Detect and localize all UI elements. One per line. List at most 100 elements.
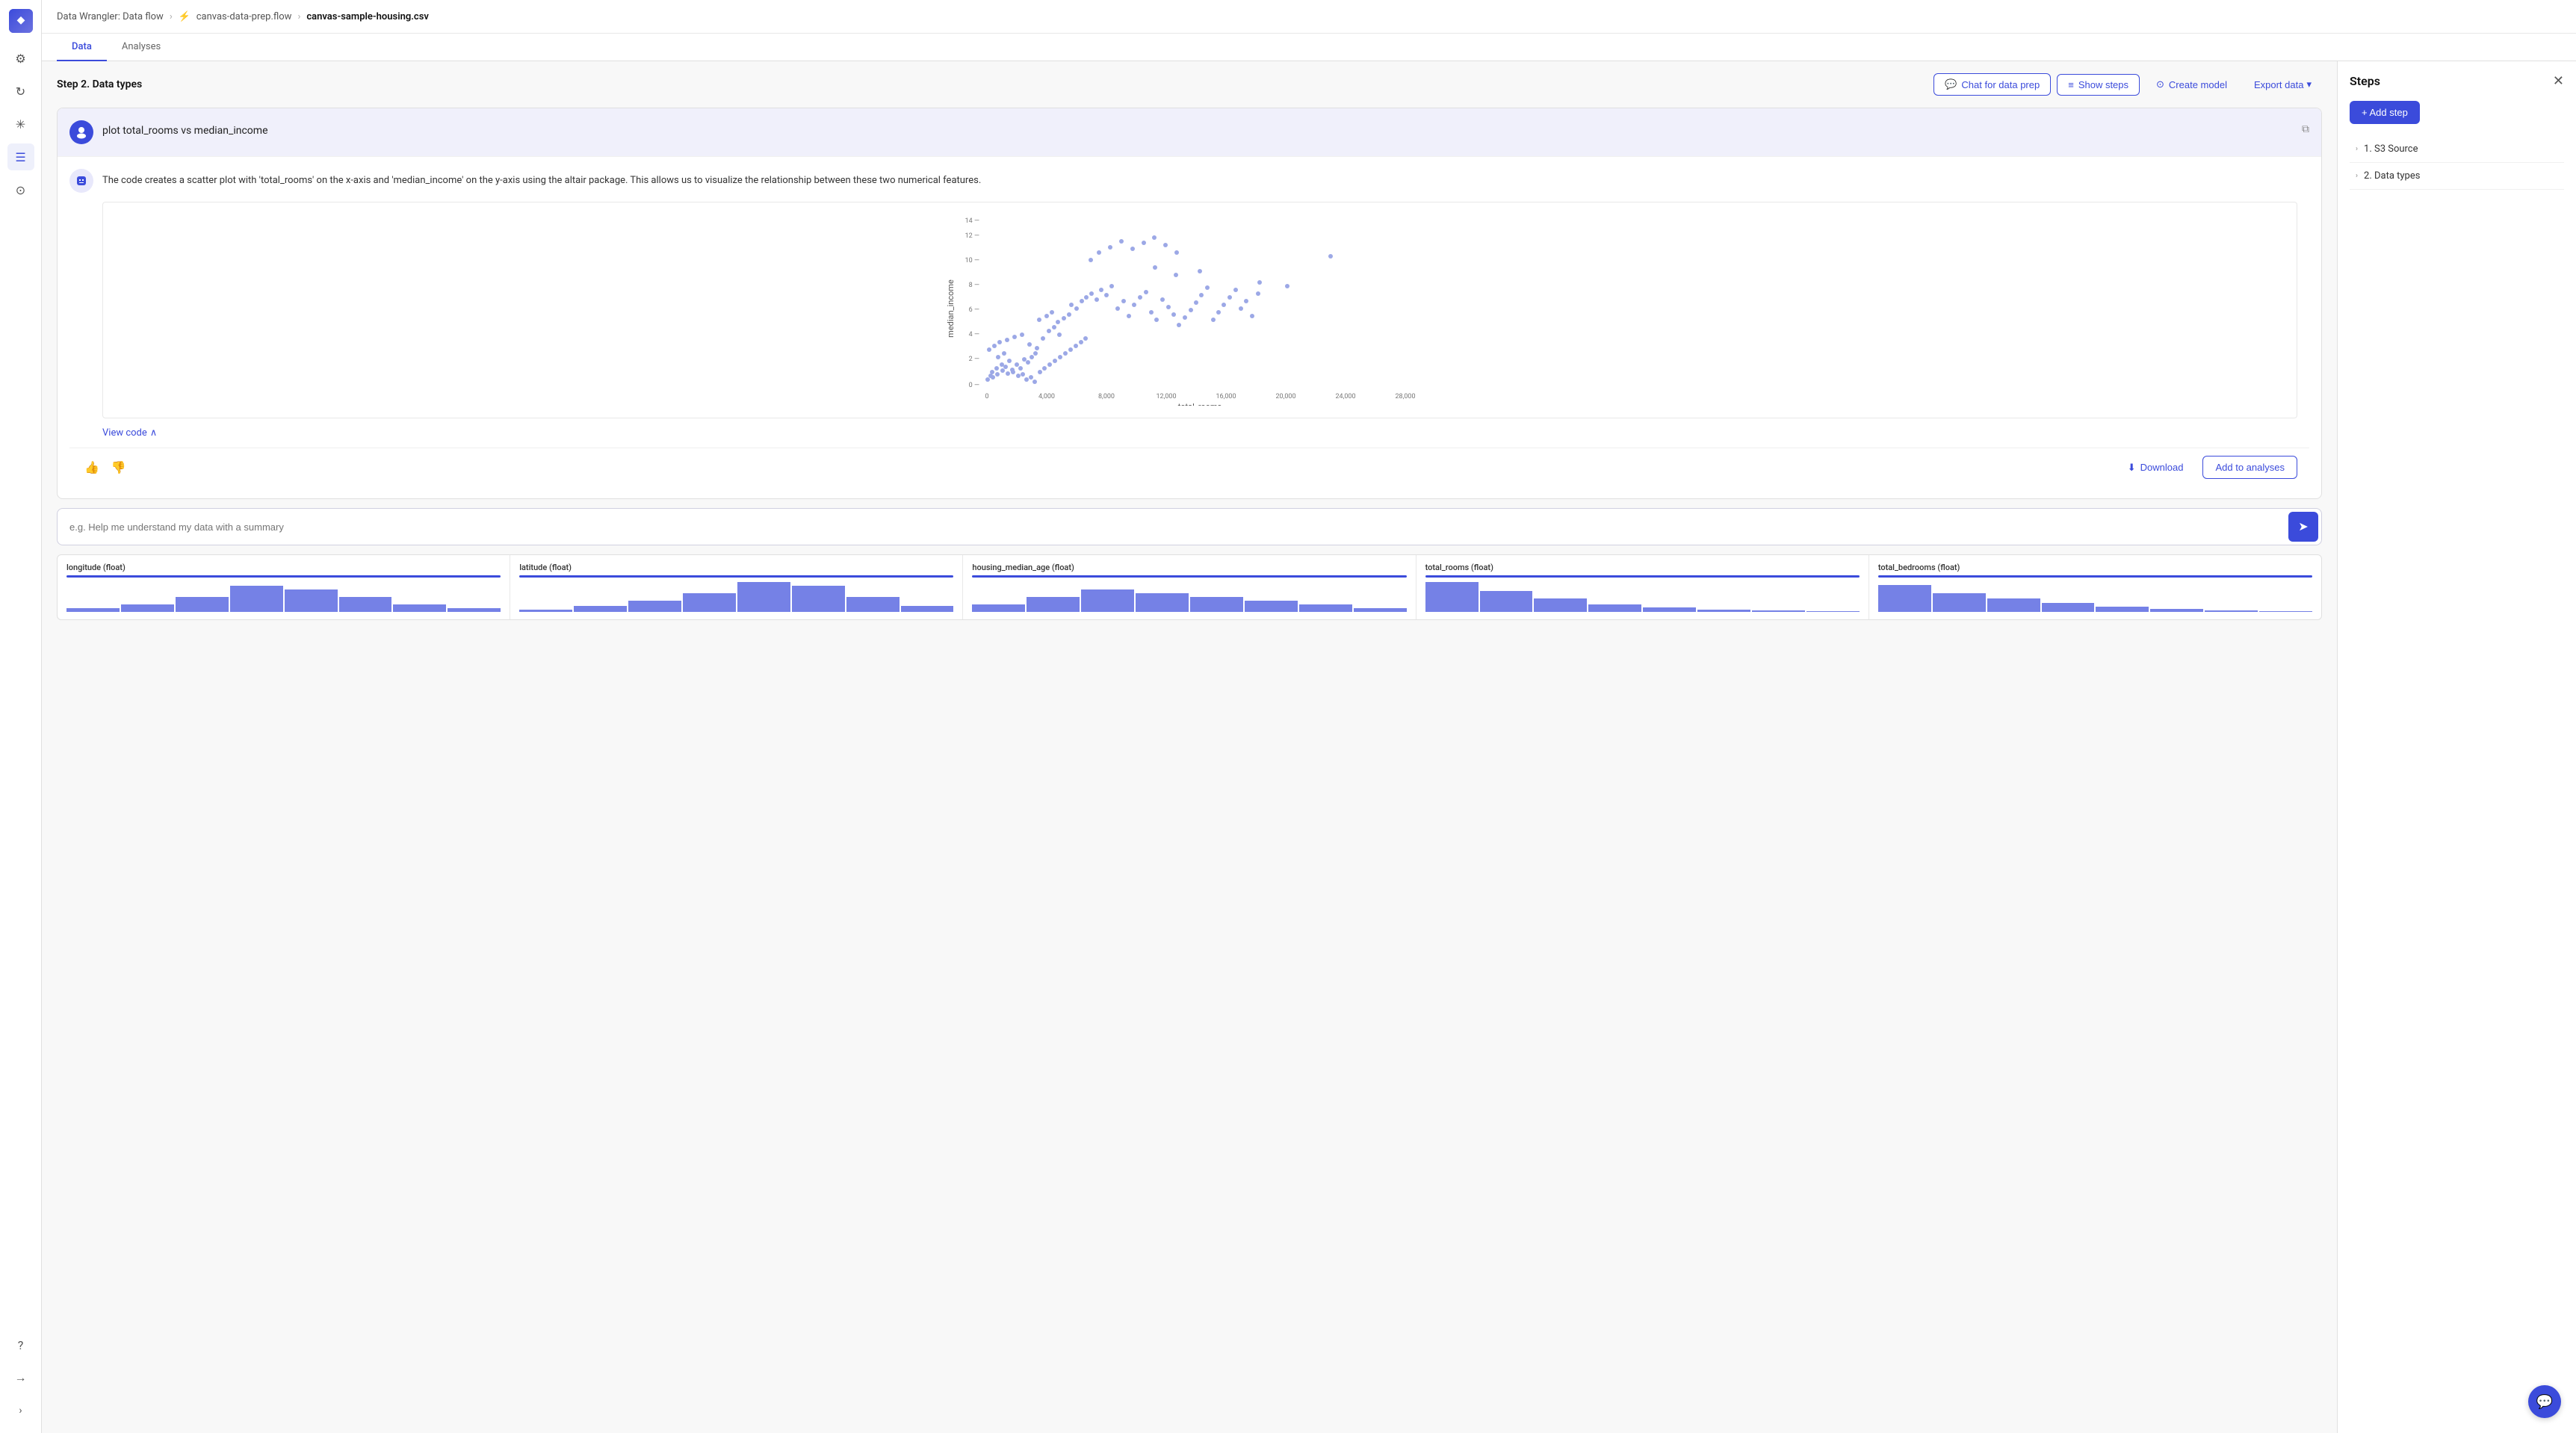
svg-text:10 —: 10 — xyxy=(965,257,979,264)
svg-text:0 —: 0 — xyxy=(969,382,979,389)
svg-text:2 —: 2 — xyxy=(969,356,979,363)
svg-text:8 —: 8 — xyxy=(969,282,979,289)
steps-panel-close-button[interactable]: ✕ xyxy=(2553,73,2564,89)
step-chevron-1-icon: › xyxy=(2356,145,2358,153)
col-total-bedrooms-histogram xyxy=(1878,582,2312,612)
export-chevron-icon: ▾ xyxy=(2306,78,2312,90)
sidebar-settings-icon[interactable]: ⚙ xyxy=(7,45,34,72)
step-label-1: 1. S3 Source xyxy=(2364,143,2418,155)
tab-analyses[interactable]: Analyses xyxy=(107,34,176,61)
svg-text:20,000: 20,000 xyxy=(1275,393,1295,400)
view-code-label: View code xyxy=(102,427,147,439)
content-area: Step 2. Data types 💬 Chat for data prep … xyxy=(42,61,2576,1433)
flow-icon: ⚡ xyxy=(179,10,191,22)
app-logo: ◆ xyxy=(9,9,33,33)
user-message: plot total_rooms vs median_income ⧉ xyxy=(58,108,2321,156)
svg-text:6 —: 6 — xyxy=(969,306,979,314)
main-area: Data Wrangler: Data flow › ⚡ canvas-data… xyxy=(42,0,2576,1433)
chat-for-data-prep-button[interactable]: 💬 Chat for data prep xyxy=(1933,73,2051,96)
sidebar-asterisk-icon[interactable]: ✳ xyxy=(7,111,34,137)
svg-text:0: 0 xyxy=(985,393,988,400)
action-bar-right: ⬇ Download Add to analyses xyxy=(2116,456,2297,479)
col-housing-median-age-histogram xyxy=(972,582,1406,612)
scatter-svg: median_income 0 — 2 — 4 — 6 — 8 — 10 — 1… xyxy=(112,211,2288,406)
download-icon: ⬇ xyxy=(2128,462,2136,474)
sidebar-circles-icon[interactable]: ⊙ xyxy=(7,176,34,203)
svg-text:24,000: 24,000 xyxy=(1335,393,1355,400)
col-total-rooms: total_rooms (float) xyxy=(1417,555,1869,619)
col-longitude-bar xyxy=(66,575,501,578)
chat-icon: 💬 xyxy=(1945,78,1957,90)
breadcrumb-flow[interactable]: canvas-data-prep.flow xyxy=(196,11,292,22)
sidebar-signout-icon[interactable]: → xyxy=(7,1364,34,1391)
tab-bar: Data Analyses xyxy=(42,34,2576,61)
sidebar: ◆ ⚙ ↻ ✳ ☰ ⊙ ? → › xyxy=(0,0,42,1433)
show-steps-button[interactable]: ≡ Show steps xyxy=(2057,74,2140,96)
svg-text:12 —: 12 — xyxy=(965,232,979,240)
ai-avatar xyxy=(69,169,93,193)
col-housing-median-age-bar xyxy=(972,575,1406,578)
breadcrumb-csv: canvas-sample-housing.csv xyxy=(306,11,429,22)
chat-send-button[interactable]: ➤ xyxy=(2288,512,2318,542)
svg-text:4 —: 4 — xyxy=(969,331,979,338)
ai-header: The code creates a scatter plot with 'to… xyxy=(69,169,2309,193)
chat-container: plot total_rooms vs median_income ⧉ The … xyxy=(57,108,2322,499)
tab-data[interactable]: Data xyxy=(57,34,107,61)
breadcrumb-sep-2: › xyxy=(297,11,300,22)
col-total-bedrooms: total_bedrooms (float) xyxy=(1869,555,2321,619)
create-model-button[interactable]: ⊙ Create model xyxy=(2146,74,2238,95)
main-panel: Step 2. Data types 💬 Chat for data prep … xyxy=(42,61,2337,1433)
chat-input-row: ➤ xyxy=(57,508,2322,545)
columns-row: longitude (float) latitude (float) xyxy=(57,554,2322,620)
add-to-analyses-button[interactable]: Add to analyses xyxy=(2202,456,2297,479)
col-latitude-bar xyxy=(519,575,953,578)
breadcrumb-sep-1: › xyxy=(170,11,173,22)
breadcrumb-root[interactable]: Data Wrangler: Data flow xyxy=(57,11,164,22)
breadcrumb: Data Wrangler: Data flow › ⚡ canvas-data… xyxy=(42,0,2576,34)
chat-bubble-fixed[interactable]: 💬 xyxy=(2528,1385,2561,1418)
sidebar-refresh-icon[interactable]: ↻ xyxy=(7,78,34,105)
col-total-rooms-bar xyxy=(1425,575,1860,578)
step-actions: 💬 Chat for data prep ≡ Show steps ⊙ Crea… xyxy=(1933,73,2322,96)
col-total-rooms-name: total_rooms (float) xyxy=(1425,563,1860,572)
download-button[interactable]: ⬇ Download xyxy=(2116,457,2196,478)
create-model-icon: ⊙ xyxy=(2156,78,2164,90)
sidebar-help-icon[interactable]: ? xyxy=(7,1331,34,1358)
send-icon: ➤ xyxy=(2298,519,2308,534)
steps-panel: Steps ✕ + Add step › 1. S3 Source › 2. D… xyxy=(2337,61,2576,1433)
step-item-s3-source[interactable]: › 1. S3 Source xyxy=(2350,136,2564,163)
view-code-toggle[interactable]: View code ∧ xyxy=(102,427,2297,439)
thumbs-down-button[interactable]: 👎 xyxy=(108,457,129,478)
user-message-text: plot total_rooms vs median_income xyxy=(102,120,268,137)
col-longitude-name: longitude (float) xyxy=(66,563,501,572)
chat-bubble-icon: 💬 xyxy=(2536,1394,2553,1410)
step-item-data-types[interactable]: › 2. Data types xyxy=(2350,163,2564,190)
sidebar-expand-button[interactable]: › xyxy=(7,1397,34,1424)
svg-text:total_rooms: total_rooms xyxy=(1178,402,1222,406)
col-latitude: latitude (float) xyxy=(510,555,963,619)
view-code-chevron-icon: ∧ xyxy=(150,427,158,439)
action-bar: 👍 👎 ⬇ Download Add to analyses xyxy=(69,448,2309,486)
col-total-rooms-histogram xyxy=(1425,582,1860,612)
chat-input[interactable] xyxy=(58,513,2288,542)
col-housing-median-age: housing_median_age (float) xyxy=(963,555,1416,619)
ai-response-text: The code creates a scatter plot with 'to… xyxy=(102,169,981,188)
thumbs-up-button[interactable]: 👍 xyxy=(81,457,102,478)
steps-panel-title: Steps xyxy=(2350,74,2380,88)
col-latitude-histogram xyxy=(519,582,953,612)
ai-response: The code creates a scatter plot with 'to… xyxy=(58,156,2321,498)
export-data-button[interactable]: Export data ▾ xyxy=(2244,74,2322,95)
svg-text:median_income: median_income xyxy=(946,279,956,338)
step-chevron-2-icon: › xyxy=(2356,172,2358,180)
step-title: Step 2. Data types xyxy=(57,78,142,90)
user-avatar xyxy=(69,120,93,144)
svg-text:28,000: 28,000 xyxy=(1395,393,1415,400)
copy-icon[interactable]: ⧉ xyxy=(2302,120,2309,135)
add-step-button[interactable]: + Add step xyxy=(2350,101,2420,124)
col-longitude-histogram xyxy=(66,582,501,612)
step-label-2: 2. Data types xyxy=(2364,170,2420,182)
steps-panel-header: Steps ✕ xyxy=(2350,73,2564,89)
sidebar-list-icon[interactable]: ☰ xyxy=(7,143,34,170)
svg-text:◆: ◆ xyxy=(16,14,25,26)
col-longitude: longitude (float) xyxy=(58,555,510,619)
